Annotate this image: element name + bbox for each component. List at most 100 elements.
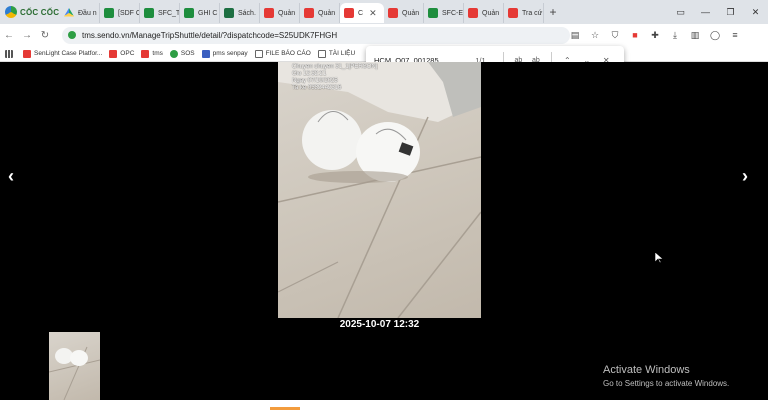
photo-scene — [278, 62, 481, 318]
tab-label: Quản — [482, 9, 500, 17]
sendo-icon — [344, 8, 354, 18]
sendo-icon — [109, 49, 118, 58]
watermark-line: Ta ke 0332442316 — [292, 85, 342, 91]
minimize-button[interactable]: — — [693, 7, 718, 17]
senpay-icon — [201, 49, 210, 58]
next-image-button[interactable]: › — [742, 166, 748, 187]
tab-label: Sách. — [238, 9, 256, 17]
tab-8[interactable]: Quản — [384, 3, 424, 23]
excel-icon — [224, 8, 234, 18]
navigation-bar: ← → ↻ tms.sendo.vn/ManageTripShuttle/det… — [0, 24, 768, 46]
tab-1[interactable]: [SDF C — [100, 3, 140, 23]
reload-button[interactable]: ↻ — [36, 30, 54, 41]
sendo-icon — [141, 49, 150, 58]
bookmark-2[interactable]: OPC — [109, 49, 134, 58]
taskbar — [0, 400, 768, 410]
activation-title: Activate Windows — [603, 364, 690, 376]
tab-10[interactable]: Quản — [464, 3, 504, 23]
mouse-cursor-icon — [655, 252, 663, 264]
bookmark-label: FILE BÁO CÁO — [265, 50, 311, 57]
tab-strip: CỐC CỐC Đầu n [SDF C SFC_T GHI C Sách. Quản Qu… — [0, 0, 768, 24]
tab-5[interactable]: Quản — [260, 3, 300, 23]
bookmark-1[interactable]: SenLight Case Platfor... — [23, 49, 102, 58]
bookmark-label: SOS — [180, 50, 195, 57]
watermark-line: Gio 12:32:21 — [292, 71, 327, 77]
tab-2[interactable]: SFC_T — [140, 3, 180, 23]
sheets-icon — [184, 8, 194, 18]
bookmark-5[interactable]: pms senpay — [201, 49, 248, 58]
windows-activation-notice: Activate Windows Go to Settings to activ… — [603, 364, 729, 388]
tab-label: Quản — [402, 9, 420, 17]
shield-icon[interactable]: ⛉ — [605, 30, 625, 41]
browser-brand[interactable]: CỐC CỐC — [0, 0, 60, 24]
delivery-photo: Chuyen chuyen 31_1[PERSON] Gio 12:32:21 Ng… — [278, 62, 481, 318]
tab-3[interactable]: GHI C — [180, 3, 220, 23]
watermark-line: Chuyen chuyen 31_1[PERSON] — [292, 64, 378, 70]
apps-grid-icon — [5, 49, 13, 58]
url-text: tms.sendo.vn/ManageTripShuttle/detail/?d… — [82, 30, 338, 40]
bookmark-label: TÀI LIỆU — [328, 50, 356, 57]
photo-watermark: Chuyen chuyen 31_1[PERSON] Gio 12:32:21 Ng… — [292, 64, 377, 92]
tab-label: GHI C — [198, 9, 218, 17]
folder-icon — [317, 49, 326, 58]
sidebar-icon[interactable]: ▥ — [685, 30, 705, 41]
bookmark-7[interactable]: TÀI LIỆU — [317, 49, 356, 58]
bookmark-3[interactable]: tms — [141, 49, 163, 58]
sendo-icon — [264, 8, 274, 18]
photo-thumbnail[interactable] — [49, 332, 100, 400]
extensions-puzzle-icon[interactable]: ✚ — [645, 30, 665, 41]
tab-label: Đầu n — [78, 9, 97, 17]
tab-label: Quản — [278, 9, 296, 17]
bookmark-4[interactable]: SOS — [169, 49, 195, 58]
new-tab-button[interactable]: + — [544, 5, 562, 19]
sendo-icon — [468, 8, 478, 18]
forward-button[interactable]: → — [18, 30, 36, 41]
brand-name: CỐC CỐC — [20, 7, 60, 17]
extension-sendo-icon[interactable]: ■ — [625, 30, 645, 40]
thumbnail-scene — [49, 346, 100, 400]
sendo-icon — [304, 8, 314, 18]
tab-search-icon[interactable]: ▭ — [668, 7, 693, 18]
bookmark-0[interactable] — [5, 49, 16, 58]
tab-label: SFC-E — [442, 9, 463, 17]
reader-mode-icon[interactable]: ▤ — [565, 30, 585, 41]
bookmark-star-icon[interactable]: ☆ — [585, 30, 605, 41]
image-lightbox: ‹ › Chuyen chuyen 31_1[PERSON] Gio 12:32:… — [0, 62, 768, 400]
sheets-icon — [428, 8, 438, 18]
tab-label: SFC_T — [158, 9, 180, 17]
photo-timestamp: 2025-10-07 12:32 — [339, 319, 420, 330]
coccoc-logo-icon — [5, 6, 17, 18]
site-info-icon[interactable] — [68, 31, 76, 39]
activation-subtitle: Go to Settings to activate Windows. — [603, 379, 730, 388]
sheets-icon — [104, 8, 114, 18]
restore-button[interactable]: ❐ — [718, 7, 743, 18]
sendo-icon — [23, 49, 31, 58]
close-tab-icon[interactable]: ✕ — [369, 8, 377, 19]
close-window-button[interactable]: ✕ — [743, 7, 768, 18]
tab-4[interactable]: Sách. — [220, 3, 260, 23]
sheets-icon — [144, 8, 154, 18]
tab-label: Quản — [318, 9, 336, 17]
tab-0[interactable]: Đầu n — [60, 3, 100, 23]
tab-6[interactable]: Quản — [300, 3, 340, 23]
tab-7[interactable]: C ✕ — [340, 3, 384, 23]
back-button[interactable]: ← — [0, 30, 18, 41]
sendo-icon — [508, 8, 518, 18]
folder-icon — [254, 49, 263, 58]
tab-9[interactable]: SFC-E — [424, 3, 464, 23]
watermark-line: Ngay 07/10/2025 — [292, 78, 338, 84]
tab-label: C — [358, 9, 364, 17]
screen: CỐC CỐC Đầu n [SDF C SFC_T GHI C Sách. Quản Qu… — [0, 0, 768, 410]
bookmark-label: pms senpay — [212, 50, 248, 57]
drive-icon — [64, 8, 74, 17]
previous-image-button[interactable]: ‹ — [8, 166, 14, 187]
bookmark-6[interactable]: FILE BÁO CÁO — [254, 49, 311, 58]
window-controls: ▭ — ❐ ✕ — [668, 0, 768, 24]
profile-icon[interactable]: ◯ — [705, 30, 725, 41]
tab-list: Đầu n [SDF C SFC_T GHI C Sách. Quản Quản C ✕ Quản… — [60, 0, 544, 24]
download-icon[interactable]: ⤓ — [665, 30, 685, 41]
tab-11[interactable]: Tra cứ — [504, 3, 544, 23]
tab-label: Tra cứ — [522, 9, 543, 17]
menu-icon[interactable]: ≡ — [725, 30, 745, 40]
address-bar[interactable]: tms.sendo.vn/ManageTripShuttle/detail/?d… — [62, 26, 570, 44]
